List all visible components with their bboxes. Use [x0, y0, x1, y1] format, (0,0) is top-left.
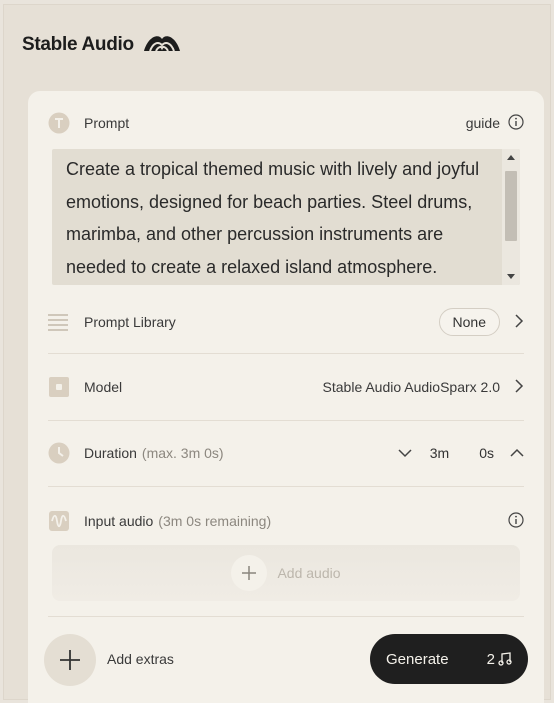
waveform-icon: [48, 510, 70, 532]
input-audio-row: Input audio (3m 0s remaining): [48, 507, 524, 535]
input-audio-hint: (3m 0s remaining): [158, 513, 272, 529]
guide-link[interactable]: guide: [466, 115, 500, 131]
library-lines-icon: [48, 311, 70, 333]
prompt-scrollbar[interactable]: [502, 149, 520, 285]
prompt-label: Prompt: [84, 115, 130, 131]
duration-row: Duration (max. 3m 0s) 3m 0s: [48, 439, 524, 467]
chevron-down-icon[interactable]: [398, 445, 412, 461]
prompt-header: Prompt guide: [48, 111, 524, 135]
add-extras-button[interactable]: [44, 634, 96, 686]
brand-header: Stable Audio: [22, 31, 182, 58]
brand-name: Stable Audio: [22, 33, 134, 55]
prompt-textarea[interactable]: Create a tropical themed music with live…: [52, 149, 520, 285]
add-audio-dropzone[interactable]: Add audio: [52, 545, 520, 601]
add-extras-label[interactable]: Add extras: [107, 651, 174, 667]
generate-label: Generate: [386, 650, 449, 668]
page-background: Stable Audio Prompt guide Create a tropi…: [3, 4, 551, 703]
chevron-right-icon[interactable]: [514, 378, 524, 396]
generation-panel: Prompt guide Create a tropical themed mu…: [28, 91, 544, 703]
brand-logo-icon: [142, 31, 182, 58]
chevron-right-icon[interactable]: [514, 313, 524, 331]
model-value[interactable]: Stable Audio AudioSparx 2.0: [323, 379, 500, 395]
model-label: Model: [84, 379, 123, 395]
prompt-library-row[interactable]: Prompt Library None: [48, 307, 524, 337]
scroll-down-arrow-icon[interactable]: [507, 274, 515, 279]
clock-icon: [48, 442, 70, 464]
duration-minutes[interactable]: 3m: [430, 445, 449, 461]
duration-hint: (max. 3m 0s): [141, 445, 224, 461]
plus-icon: [60, 650, 80, 670]
music-note-icon: [498, 652, 512, 666]
generate-count: 2: [487, 651, 512, 668]
add-audio-label[interactable]: Add audio: [277, 565, 340, 581]
plus-icon[interactable]: [231, 555, 268, 591]
divider: [48, 616, 524, 617]
prompt-t-icon: [48, 112, 70, 134]
generate-button[interactable]: Generate 2: [370, 634, 528, 684]
divider: [48, 353, 524, 354]
scroll-thumb[interactable]: [505, 171, 517, 241]
generate-count-value: 2: [486, 650, 495, 668]
divider: [48, 420, 524, 421]
input-audio-label: Input audio: [84, 513, 154, 529]
model-square-icon: [48, 376, 70, 398]
prompt-library-value[interactable]: None: [438, 308, 500, 336]
chevron-up-icon[interactable]: [510, 445, 524, 461]
divider: [48, 486, 524, 487]
scroll-up-arrow-icon[interactable]: [507, 155, 515, 160]
duration-seconds[interactable]: 0s: [479, 445, 494, 461]
prompt-text[interactable]: Create a tropical themed music with live…: [66, 153, 496, 285]
info-icon[interactable]: [508, 113, 524, 133]
info-icon[interactable]: [508, 511, 524, 531]
duration-label: Duration: [84, 445, 137, 461]
model-row[interactable]: Model Stable Audio AudioSparx 2.0: [48, 373, 524, 401]
prompt-library-label: Prompt Library: [84, 314, 176, 330]
